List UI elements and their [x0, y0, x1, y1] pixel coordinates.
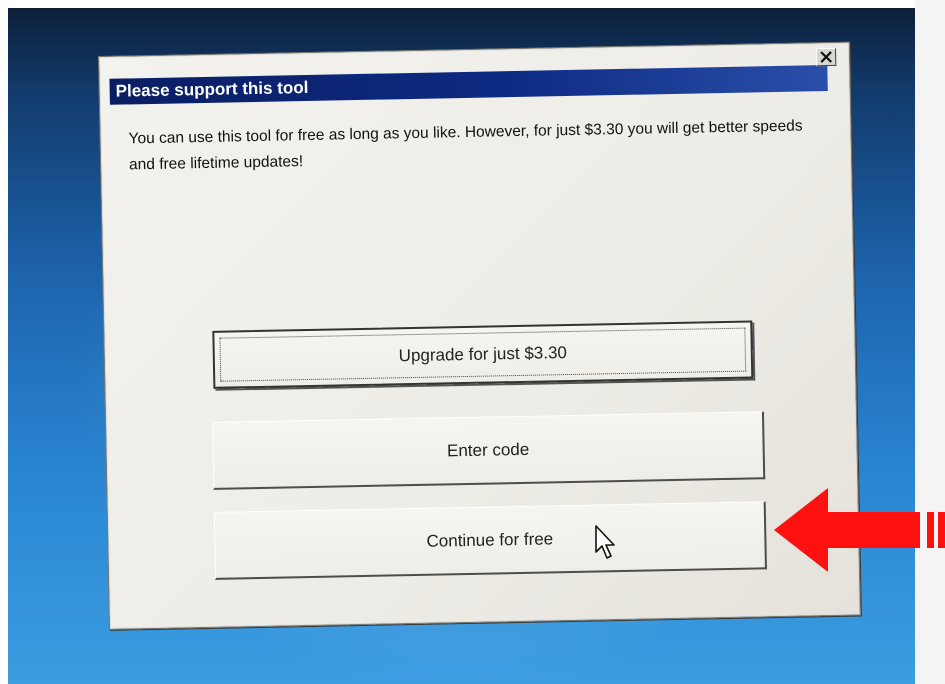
dialog-message: You can use this tool for free as long a…	[128, 117, 803, 174]
continue-for-free-button[interactable]: Continue for free	[213, 501, 767, 580]
close-x-icon	[820, 51, 833, 63]
close-button[interactable]	[815, 47, 837, 67]
upgrade-button[interactable]: Upgrade for just $3.30	[212, 320, 754, 389]
enter-code-button-label: Enter code	[446, 439, 530, 461]
photo: Please support this tool You can use thi…	[0, 0, 945, 684]
enter-code-button[interactable]: Enter code	[212, 411, 766, 490]
mouse-pointer-icon	[595, 525, 615, 559]
continue-button-label: Continue for free	[426, 529, 554, 551]
dialog-titlebar: Please support this tool	[109, 65, 828, 105]
left-arrow-icon	[774, 488, 945, 572]
support-dialog: Please support this tool You can use thi…	[98, 41, 861, 630]
monitor-bezel	[915, 0, 945, 684]
dialog-title: Please support this tool	[115, 77, 309, 101]
focus-ring	[219, 327, 747, 382]
